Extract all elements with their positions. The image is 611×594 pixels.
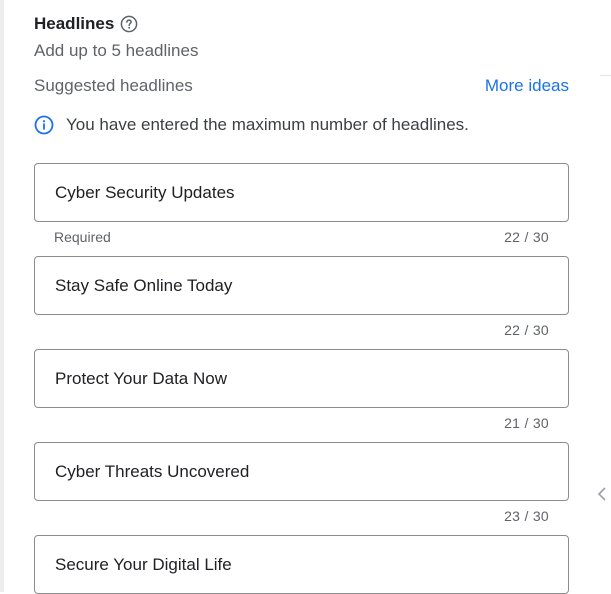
info-icon: [34, 115, 54, 135]
headline-value-3: Protect Your Data Now: [55, 369, 227, 388]
section-title: Headlines: [34, 14, 115, 33]
char-counter-4: 23 / 30: [504, 508, 549, 524]
panel-left-edge: [0, 0, 4, 592]
headline-field-3[interactable]: Protect Your Data Now: [34, 349, 569, 408]
required-helper-text: Required: [54, 229, 111, 245]
char-counter-2: 22 / 30: [504, 322, 549, 338]
title-row: Headlines: [34, 14, 138, 34]
help-circle-icon[interactable]: [120, 15, 138, 33]
char-counter-1: 22 / 30: [504, 229, 549, 245]
headline-field-2[interactable]: Stay Safe Online Today: [34, 256, 569, 315]
section-header: Headlines: [34, 14, 138, 34]
char-counter-3: 21 / 30: [504, 415, 549, 431]
headline-value-1: Cyber Security Updates: [55, 183, 235, 202]
section-subtitle: Add up to 5 headlines: [34, 41, 199, 60]
max-headlines-notice: You have entered the maximum number of h…: [34, 115, 469, 135]
headline-field-4[interactable]: Cyber Threats Uncovered: [34, 442, 569, 501]
headline-field-5[interactable]: Secure Your Digital Life: [34, 535, 569, 594]
headline-value-5: Secure Your Digital Life: [55, 555, 232, 574]
suggested-headlines-label: Suggested headlines: [34, 76, 193, 95]
headline-value-4: Cyber Threats Uncovered: [55, 462, 250, 481]
more-ideas-link[interactable]: More ideas: [485, 76, 569, 96]
headline-field-1[interactable]: Cyber Security Updates: [34, 163, 569, 222]
headline-value-2: Stay Safe Online Today: [55, 276, 233, 295]
notice-text: You have entered the maximum number of h…: [66, 115, 469, 134]
right-divider: [600, 75, 611, 76]
chevron-left-icon[interactable]: [596, 486, 608, 502]
